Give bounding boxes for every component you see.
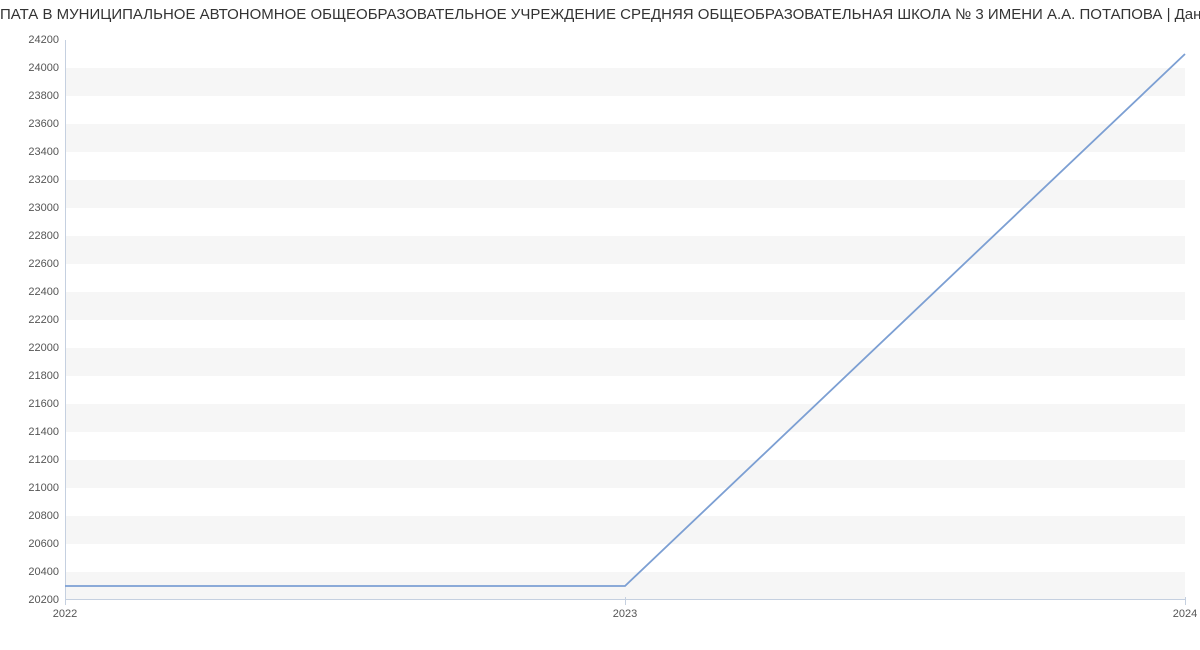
y-tick-label: 22600 bbox=[28, 258, 65, 270]
y-tick-label: 21800 bbox=[28, 370, 65, 382]
y-tick-label: 22400 bbox=[28, 286, 65, 298]
y-tick-label: 22000 bbox=[28, 342, 65, 354]
y-tick-label: 20400 bbox=[28, 566, 65, 578]
y-tick-label: 23200 bbox=[28, 174, 65, 186]
y-tick-label: 23600 bbox=[28, 118, 65, 130]
x-tick-label: 2022 bbox=[53, 600, 77, 620]
chart-title: ПАТА В МУНИЦИПАЛЬНОЕ АВТОНОМНОЕ ОБЩЕОБРА… bbox=[0, 6, 1200, 23]
y-tick-label: 24000 bbox=[28, 62, 65, 74]
line-series bbox=[65, 40, 1185, 600]
chart-container: ПАТА В МУНИЦИПАЛЬНОЕ АВТОНОМНОЕ ОБЩЕОБРА… bbox=[0, 0, 1200, 650]
y-tick-label: 22800 bbox=[28, 230, 65, 242]
y-tick-label: 20600 bbox=[28, 538, 65, 550]
x-tick-label: 2024 bbox=[1173, 600, 1197, 620]
y-tick-label: 23800 bbox=[28, 90, 65, 102]
x-tick-label: 2023 bbox=[613, 600, 637, 620]
y-tick-label: 21400 bbox=[28, 426, 65, 438]
y-tick-label: 21600 bbox=[28, 398, 65, 410]
y-tick-label: 21200 bbox=[28, 454, 65, 466]
y-tick-label: 22200 bbox=[28, 314, 65, 326]
y-tick-label: 23400 bbox=[28, 146, 65, 158]
y-tick-label: 20800 bbox=[28, 510, 65, 522]
plot-area: 2020020400206002080021000212002140021600… bbox=[65, 40, 1185, 600]
y-tick-label: 21000 bbox=[28, 482, 65, 494]
y-tick-label: 23000 bbox=[28, 202, 65, 214]
y-tick-label: 24200 bbox=[28, 34, 65, 46]
series-path bbox=[65, 54, 1185, 586]
